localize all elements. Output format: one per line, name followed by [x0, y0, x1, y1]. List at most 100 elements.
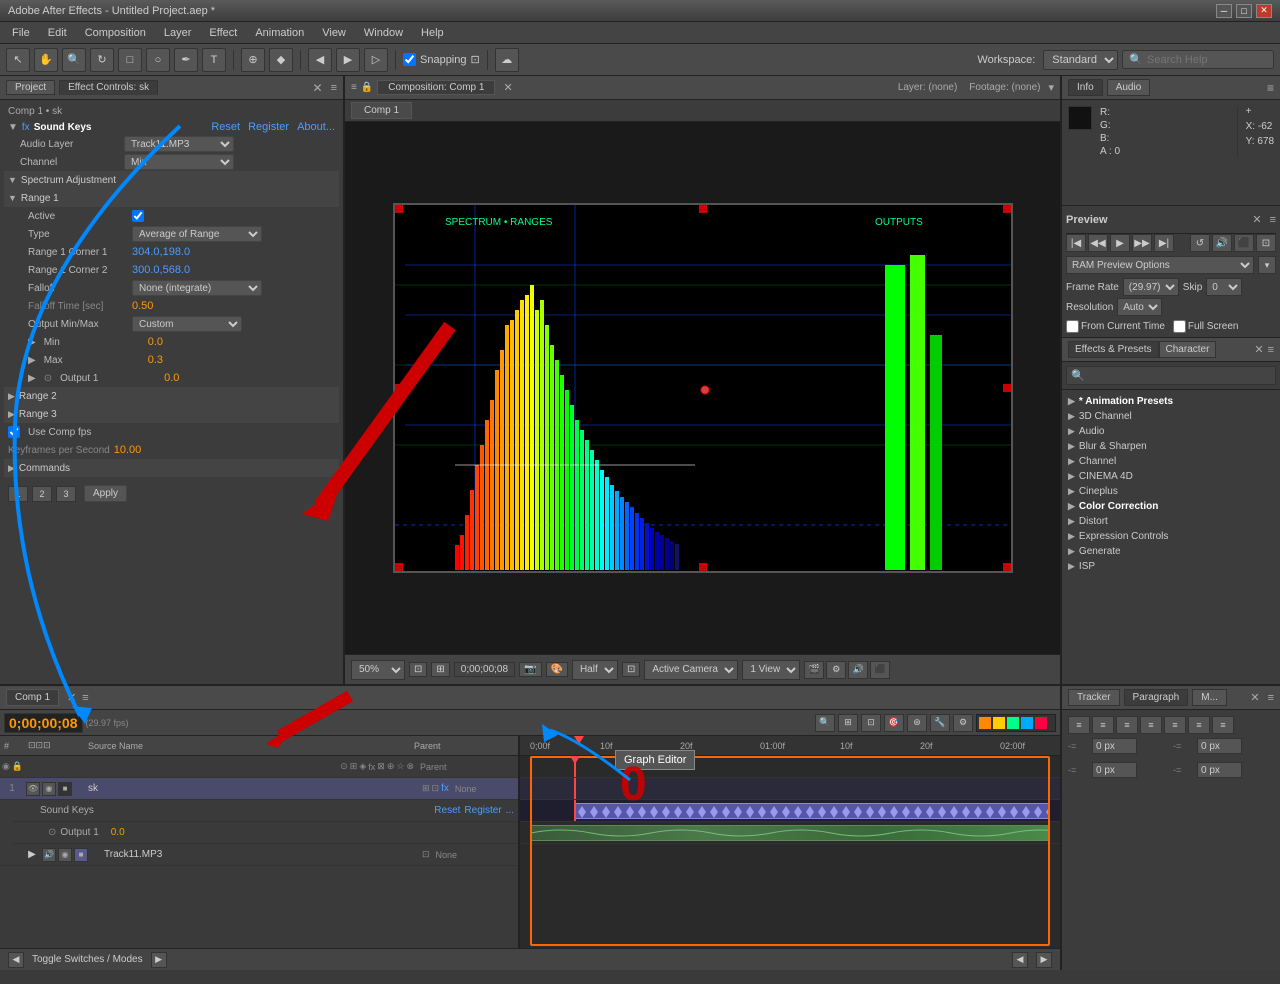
tl-btn-6[interactable]: ⚙ — [953, 714, 973, 732]
max-value[interactable]: 0.3 — [148, 354, 163, 366]
workspace-select[interactable]: Standard — [1043, 50, 1118, 70]
layer-switch-1a[interactable]: ⊞ — [422, 783, 430, 794]
timecode-display[interactable]: 0;00;00;08 — [454, 662, 515, 677]
type-select[interactable]: Average of Range — [132, 226, 262, 242]
play-btn[interactable]: ▶ — [1110, 234, 1130, 252]
sound-keys-register[interactable]: Register — [464, 805, 501, 816]
frame-rate-select[interactable]: (29.97) — [1123, 278, 1179, 296]
align-left-btn[interactable]: ≡ — [1068, 716, 1090, 734]
effects-close[interactable]: ✕ — [1254, 343, 1263, 356]
menu-animation[interactable]: Animation — [247, 25, 312, 41]
range2-header[interactable]: ▶ Range 2 — [4, 387, 339, 405]
layer-solo-1[interactable]: ◉ — [42, 782, 56, 796]
tool-zoom[interactable]: 🔍 — [62, 48, 86, 72]
preview-menu[interactable]: ≡ — [1270, 214, 1276, 226]
range1-corner1-value[interactable]: 304.0,198.0 — [132, 246, 190, 258]
timeline-color-5[interactable] — [1035, 717, 1047, 729]
tool-motion-blur[interactable]: ☁ — [495, 48, 519, 72]
layer-row-sk[interactable]: 1 👁 ◉ ■ sk ⊞ ⊡ fx None — [0, 778, 518, 800]
prev-frame-btn[interactable]: ◀◀ — [1088, 234, 1108, 252]
tl-btn-4[interactable]: ⊛ — [907, 714, 927, 732]
active-checkbox[interactable] — [132, 210, 144, 222]
sound-keys-reset[interactable]: Reset — [434, 805, 460, 816]
color-btn[interactable]: 🎨 — [546, 662, 568, 677]
tool-select[interactable]: ↖ — [6, 48, 30, 72]
timeline-tab[interactable]: Comp 1 — [6, 689, 59, 706]
tracker-close[interactable]: ✕ — [1250, 691, 1259, 704]
view-select[interactable]: 1 View — [742, 660, 800, 680]
layer-switch-1b[interactable]: ⊡ — [432, 783, 440, 794]
paragraph-tab[interactable]: Paragraph — [1124, 689, 1189, 706]
skip-start-btn[interactable]: |◀ — [1066, 234, 1086, 252]
timeline-close[interactable]: ✕ — [67, 691, 76, 704]
align-justify-btn[interactable]: ≡ — [1140, 716, 1162, 734]
ec-about-link[interactable]: About... — [297, 121, 335, 133]
tool-prev-frame[interactable]: ◀ — [308, 48, 332, 72]
timeline-color-1[interactable] — [979, 717, 991, 729]
cmd-btn-1[interactable]: 1 — [8, 486, 28, 502]
menu-help[interactable]: Help — [413, 25, 452, 41]
tracker-menu[interactable]: ≡ — [1268, 692, 1274, 704]
menu-view[interactable]: View — [314, 25, 354, 41]
tool-shape-rect[interactable]: □ — [118, 48, 142, 72]
align-justify4-btn[interactable]: ≡ — [1212, 716, 1234, 734]
motion-blur-icon[interactable]: ⊕ — [387, 761, 395, 772]
effects-category-channel[interactable]: ▶ Channel — [1064, 454, 1278, 469]
ram-preview-select[interactable]: RAM Preview Options — [1066, 256, 1254, 274]
snapshot-btn[interactable]: 📷 — [519, 662, 541, 677]
ec-register-link[interactable]: Register — [248, 121, 289, 133]
region-btn[interactable]: ⊡ — [622, 662, 640, 677]
menu-edit[interactable]: Edit — [40, 25, 75, 41]
from-current-checkbox[interactable] — [1066, 320, 1079, 333]
tool-hand[interactable]: ✋ — [34, 48, 58, 72]
cmd-btn-3[interactable]: 3 — [56, 486, 76, 502]
adjustment-icon[interactable]: ☆ — [396, 761, 404, 772]
effects-presets-tab[interactable]: Effects & Presets — [1068, 341, 1159, 358]
audio-waveform-bar[interactable] — [530, 825, 1050, 841]
layer-solo-2[interactable]: ◉ — [58, 848, 72, 862]
resolution-select[interactable]: Auto — [1117, 298, 1162, 316]
skip-select[interactable]: 0 — [1206, 278, 1242, 296]
sublayer-output1[interactable]: ⊙ Output 1 0.0 — [12, 822, 518, 844]
tl-search-btn[interactable]: 🔍 — [815, 714, 835, 732]
loop-btn[interactable]: ↺ — [1190, 234, 1210, 252]
comp-fit-btn[interactable]: ⊡ — [409, 662, 427, 677]
align-right-btn[interactable]: ≡ — [1116, 716, 1138, 734]
timeline-color-3[interactable] — [1007, 717, 1019, 729]
tool-ram-preview[interactable]: ▷ — [364, 48, 388, 72]
zoom-select[interactable]: 50% 100% — [351, 660, 405, 680]
render-btn-2[interactable]: ⚙ — [826, 661, 846, 679]
timeline-color-2[interactable] — [993, 717, 1005, 729]
tool-shape-ellipse[interactable]: ○ — [146, 48, 170, 72]
maximize-button[interactable]: □ — [1236, 4, 1252, 18]
falloff-select[interactable]: None (integrate) — [132, 280, 262, 296]
comp-close-icon[interactable]: ✕ — [503, 81, 512, 94]
range3-header[interactable]: ▶ Range 3 — [4, 405, 339, 423]
layer-switch-2a[interactable]: ⊡ — [422, 849, 430, 860]
effects-category-isp[interactable]: ▶ ISP — [1064, 559, 1278, 574]
layer-color-2[interactable]: ■ — [74, 848, 88, 862]
info-tab[interactable]: Info — [1068, 79, 1103, 96]
info-panel-close[interactable]: ≡ — [1267, 81, 1274, 95]
search-box[interactable]: 🔍 — [1122, 50, 1274, 69]
tool-pen[interactable]: ✒ — [174, 48, 198, 72]
full-screen-checkbox[interactable] — [1173, 320, 1186, 333]
use-comp-fps-checkbox[interactable] — [8, 426, 20, 438]
layer-name-audio[interactable]: Track11.MP3 — [100, 849, 418, 860]
align-justify3-btn[interactable]: ≡ — [1188, 716, 1210, 734]
comp-tab-label[interactable]: Comp 1 — [351, 102, 412, 119]
min-value[interactable]: 0.0 — [148, 336, 163, 348]
layer-row-audio[interactable]: ▶ 🔊 ◉ ■ Track11.MP3 ⊡ None — [0, 844, 518, 866]
effects-category-3d[interactable]: ▶ 3D Channel — [1064, 409, 1278, 424]
effects-category-blur[interactable]: ▶ Blur & Sharpen — [1064, 439, 1278, 454]
effects-category-generate[interactable]: ▶ Generate — [1064, 544, 1278, 559]
output1-value[interactable]: 0.0 — [164, 372, 179, 384]
toggle-btn-1[interactable]: ◀ — [8, 952, 24, 968]
comp-safe-btn[interactable]: ⊞ — [431, 662, 449, 677]
timeline-color-4[interactable] — [1021, 717, 1033, 729]
range1-corner2-value[interactable]: 300.0,568.0 — [132, 264, 190, 276]
layer-name-sk[interactable]: sk — [84, 783, 418, 794]
close-button[interactable]: ✕ — [1256, 4, 1272, 18]
lock-tl-icon[interactable]: 🔒 — [12, 761, 23, 772]
comp-menu-icon[interactable]: ▾ — [1048, 81, 1054, 94]
